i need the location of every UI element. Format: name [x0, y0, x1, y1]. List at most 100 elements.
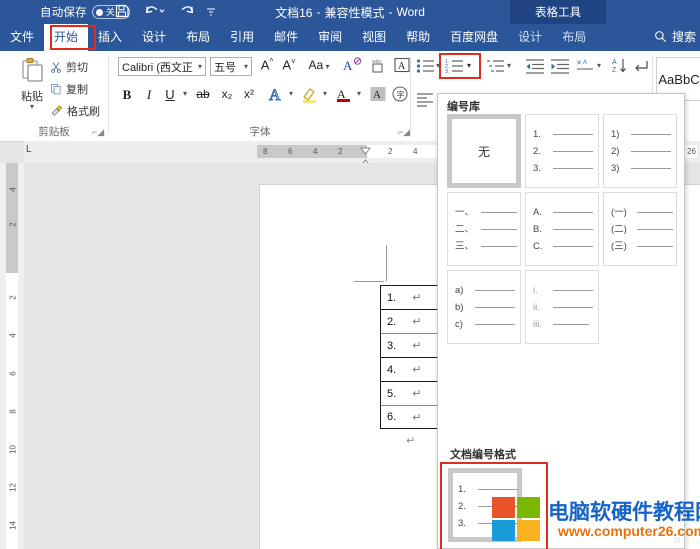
superscript-button[interactable]: x² — [240, 87, 258, 101]
sort-button[interactable]: AZ — [612, 56, 630, 81]
numbering-option-arabic-paren[interactable]: 1) 2) 3) — [603, 114, 677, 188]
asian-layout-button[interactable]: ✕A — [576, 57, 596, 80]
tab-baidu-netdisk[interactable]: 百度网盘 — [440, 24, 508, 51]
phonetic-guide-button[interactable]: wén — [368, 56, 388, 77]
font-color-caret-icon[interactable]: ▾ — [354, 89, 364, 98]
preview-mark: 一、 — [455, 204, 481, 221]
character-shading-button[interactable]: A — [368, 85, 388, 106]
numbering-option-upper-alpha[interactable]: A. B. C. — [525, 192, 599, 266]
numbering-option-roman-lower[interactable]: i. ii. iii. — [525, 270, 599, 344]
svg-text:A: A — [269, 87, 281, 103]
scissors-icon — [50, 61, 62, 73]
clear-formatting-button[interactable]: A — [342, 56, 364, 77]
preview-line — [553, 151, 593, 153]
text-effects-icon: A — [267, 85, 285, 103]
shrink-font-label: A — [282, 57, 291, 72]
tab-mailings[interactable]: 邮件 — [264, 24, 308, 51]
preview-line — [481, 246, 517, 248]
show-formatting-marks-button[interactable] — [634, 56, 652, 81]
align-left-button[interactable] — [416, 91, 434, 112]
customize-qat-icon[interactable] — [204, 3, 218, 19]
multilevel-caret-icon[interactable]: ▾ — [507, 61, 511, 70]
tab-stop-selector[interactable]: L — [26, 144, 32, 155]
enclose-characters-button[interactable]: 字 — [390, 85, 410, 106]
tab-help[interactable]: 帮助 — [396, 24, 440, 51]
document-number-format-option[interactable]: 1. 2. 3. — [448, 468, 522, 542]
change-case-button[interactable]: Aa ▾ — [306, 58, 332, 72]
paste-caret-icon[interactable]: ▾ — [10, 104, 54, 110]
bullets-button[interactable] — [416, 57, 436, 80]
clipboard-dialog-launcher[interactable]: ⌐◢ — [92, 127, 104, 138]
strikethrough-button[interactable]: ab — [194, 87, 212, 101]
character-border-button[interactable]: A — [392, 56, 412, 77]
tab-review[interactable]: 审阅 — [308, 24, 352, 51]
preview-line — [553, 290, 593, 292]
bold-label: B — [123, 87, 132, 102]
tab-file[interactable]: 文件 — [0, 24, 44, 51]
enclose-characters-icon: 字 — [391, 85, 409, 103]
numbering-option-none[interactable]: 无 — [447, 114, 521, 188]
tab-design[interactable]: 设计 — [132, 24, 176, 51]
numbering-library-panel[interactable]: 编号库 无 1. 2. 3. 1) 2) — [437, 93, 685, 549]
font-color-icon: A — [335, 85, 353, 103]
font-name-caret-icon[interactable]: ▾ — [198, 62, 202, 71]
text-effects-button[interactable]: A — [266, 85, 286, 106]
underline-caret-icon[interactable]: ▾ — [180, 89, 190, 98]
italic-button[interactable]: I — [142, 87, 156, 103]
undo-icon[interactable] — [144, 3, 168, 19]
svg-text:A: A — [343, 58, 353, 73]
paste-button[interactable]: 粘贴 ▾ — [10, 56, 54, 110]
save-icon[interactable] — [114, 3, 130, 19]
clipboard-group: 粘贴 ▾ 剪切 复制 格式刷 剪贴板 ⌐◢ — [0, 51, 108, 141]
tab-references[interactable]: 引用 — [220, 24, 264, 51]
text-effects-caret-icon[interactable]: ▾ — [286, 89, 296, 98]
cut-button[interactable]: 剪切 — [50, 59, 88, 75]
numbering-option-chinese-comma[interactable]: 一、 二、 三、 — [447, 192, 521, 266]
font-size-caret-icon[interactable]: ▾ — [244, 62, 248, 71]
preview-mark: ii. — [533, 299, 553, 316]
highlight-button[interactable] — [300, 85, 320, 106]
bold-button[interactable]: B — [120, 87, 134, 103]
row-number: 4. — [387, 364, 396, 376]
preview-mark: 3. — [458, 515, 478, 532]
preview-mark: c) — [455, 316, 475, 333]
tab-table-layout[interactable]: 布局 — [552, 24, 596, 51]
gallery-row: 一、 二、 三、 A. B. C. (一) (二) — [447, 192, 677, 266]
increase-indent-button[interactable] — [550, 57, 570, 80]
preview-line — [475, 324, 515, 326]
paragraph-mark: ↵ — [412, 315, 421, 328]
grow-font-button[interactable]: A^ — [258, 57, 276, 72]
tab-layout[interactable]: 布局 — [176, 24, 220, 51]
font-name-input[interactable]: Calibri (西文正 ▾ — [118, 57, 206, 76]
title-bar: 自动保存 关 文档16 - 兼容性模式 - Word 表格工具 — [0, 0, 700, 24]
numbering-option-lower-alpha-paren[interactable]: a) b) c) — [447, 270, 521, 344]
numbering-gallery: 无 1. 2. 3. 1) 2) 3) — [447, 114, 677, 348]
font-group: Calibri (西文正 ▾ 五号 ▾ A^ A˅ Aa ▾ A wén A B… — [110, 51, 410, 141]
numbering-option-chinese-paren[interactable]: (一) (二) (三) — [603, 192, 677, 266]
underline-button[interactable]: U — [162, 87, 178, 102]
preview-line — [553, 134, 593, 136]
format-painter-button[interactable]: 格式刷 — [50, 103, 100, 119]
row-number: 1. — [387, 292, 396, 304]
shrink-font-button[interactable]: A˅ — [280, 57, 298, 72]
numbering-option-arabic-period[interactable]: 1. 2. 3. — [525, 114, 599, 188]
subscript-button[interactable]: x₂ — [218, 87, 236, 101]
decrease-indent-button[interactable] — [525, 57, 545, 80]
font-color-button[interactable]: A — [334, 85, 354, 106]
copy-button[interactable]: 复制 — [50, 81, 88, 97]
vertical-ruler[interactable]: 4 2 2 4 6 8 10 12 14 — [0, 163, 24, 549]
copy-label: 复制 — [66, 81, 88, 97]
highlight-caret-icon[interactable]: ▾ — [320, 89, 330, 98]
panel-resize-grip[interactable]: ⁙ — [673, 535, 681, 546]
compatibility-mode-label: 兼容性模式 — [324, 4, 384, 21]
font-size-input[interactable]: 五号 ▾ — [210, 57, 252, 76]
multilevel-list-button[interactable] — [486, 57, 506, 80]
tab-table-design[interactable]: 设计 — [508, 24, 552, 51]
font-dialog-launcher[interactable]: ⌐◢ — [398, 127, 410, 138]
search-box[interactable]: 搜索 — [654, 28, 696, 45]
tab-view[interactable]: 视图 — [352, 24, 396, 51]
preview-line — [637, 229, 673, 231]
asian-layout-caret-icon[interactable]: ▾ — [597, 61, 601, 70]
redo-icon[interactable] — [178, 3, 196, 19]
multilevel-list-icon — [486, 57, 506, 75]
